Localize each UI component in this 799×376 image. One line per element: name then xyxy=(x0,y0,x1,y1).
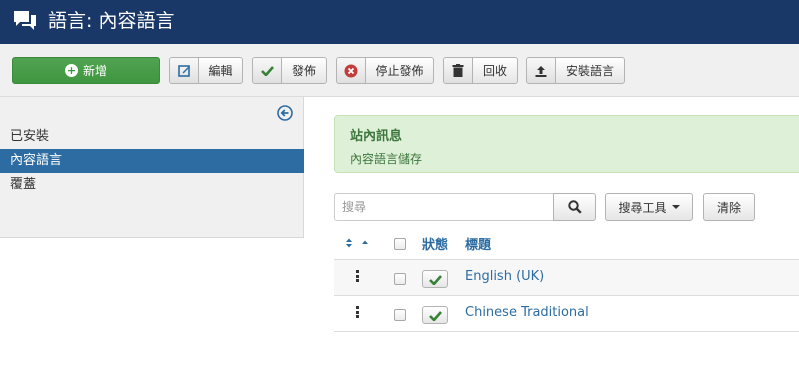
new-button[interactable]: + 新增 xyxy=(12,57,160,84)
table-row: English (UK) xyxy=(334,260,799,296)
chat-bubbles-icon xyxy=(14,11,36,30)
install-language-button-label: 安裝語言 xyxy=(565,64,614,78)
drag-handle-icon[interactable] xyxy=(356,270,359,282)
unpublish-button[interactable]: 停止發佈 xyxy=(336,57,434,84)
sidebar-item-content-languages[interactable]: 內容語言 xyxy=(0,149,304,173)
column-header-status[interactable]: 狀態 xyxy=(422,234,448,253)
row-checkbox[interactable] xyxy=(394,309,406,321)
language-title-link[interactable]: Chinese Traditional xyxy=(465,305,589,320)
column-header-title[interactable]: 標題 xyxy=(465,234,491,253)
check-icon xyxy=(428,310,442,321)
trash-button-label: 回收 xyxy=(482,64,507,78)
upload-icon xyxy=(527,58,556,83)
install-language-button[interactable]: 安裝語言 xyxy=(526,57,625,84)
drag-handle-icon[interactable] xyxy=(356,306,359,318)
edit-icon xyxy=(170,58,199,83)
check-icon xyxy=(253,58,282,83)
publish-toggle-button[interactable] xyxy=(422,306,448,324)
cancel-circle-icon xyxy=(337,58,366,83)
search-input[interactable] xyxy=(334,193,554,221)
search-button[interactable] xyxy=(553,193,596,221)
edit-button-label: 編輯 xyxy=(208,64,233,78)
edit-button[interactable]: 編輯 xyxy=(169,57,243,84)
search-tools-label: 搜尋工具 xyxy=(618,200,667,215)
toolbar: + 新增 編輯 發佈 停止發佈 回收 安裝語言 xyxy=(0,44,799,97)
sidebar-item-overrides[interactable]: 覆蓋 xyxy=(0,173,304,197)
row-checkbox[interactable] xyxy=(394,273,406,285)
publish-button[interactable]: 發佈 xyxy=(252,57,327,84)
arrow-left-circle-icon[interactable] xyxy=(277,105,293,121)
message-text: 內容語言儲存 xyxy=(350,152,423,166)
plus-circle-icon: + xyxy=(64,64,78,77)
trash-button[interactable]: 回收 xyxy=(443,57,518,84)
publish-toggle-button[interactable] xyxy=(422,270,448,288)
check-icon xyxy=(428,274,442,285)
clear-button[interactable]: 清除 xyxy=(703,193,755,221)
sort-order-icon[interactable] xyxy=(344,237,372,249)
publish-button-label: 發佈 xyxy=(291,64,316,78)
app-header: 語言: 內容語言 xyxy=(0,0,799,44)
sidebar: 已安裝 內容語言 覆蓋 xyxy=(0,97,304,238)
clear-button-label: 清除 xyxy=(716,200,741,215)
table-header: 狀態 標題 xyxy=(334,228,799,260)
unpublish-button-label: 停止發佈 xyxy=(375,64,424,78)
sidebar-item-installed[interactable]: 已安裝 xyxy=(0,125,304,149)
search-icon xyxy=(567,200,582,214)
trash-icon xyxy=(444,58,473,83)
language-title-link[interactable]: English (UK) xyxy=(465,269,544,284)
caret-down-icon xyxy=(671,205,680,209)
message-heading: 站內訊息 xyxy=(350,129,403,144)
select-all-checkbox[interactable] xyxy=(394,238,406,250)
search-tools-button[interactable]: 搜尋工具 xyxy=(605,193,693,221)
success-message: 站內訊息 內容語言儲存 xyxy=(334,115,799,173)
new-button-label: 新增 xyxy=(82,64,107,78)
table-row: Chinese Traditional xyxy=(334,296,799,332)
page-title: 語言: 內容語言 xyxy=(48,10,175,32)
